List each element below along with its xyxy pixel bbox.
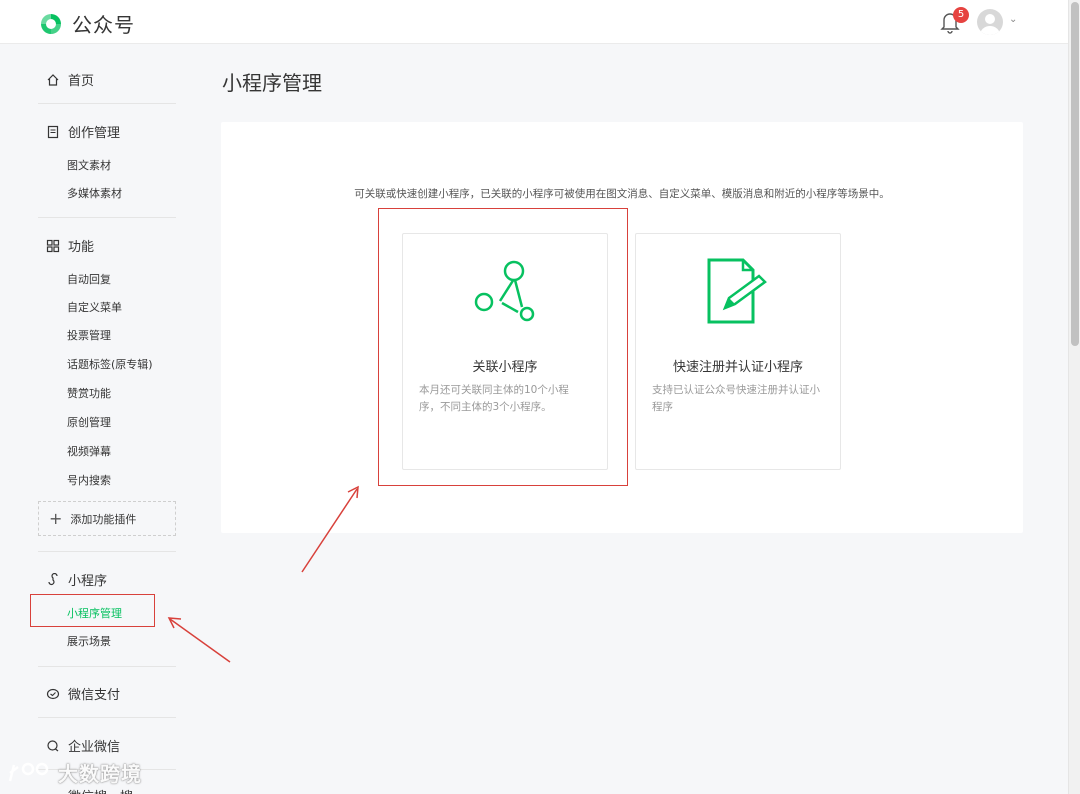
sidebar-item-label: 首页 (68, 74, 95, 89)
scrollbar-thumb[interactable] (1071, 2, 1079, 346)
sidebar-item-custom-menu[interactable]: 自定义菜单 (67, 299, 122, 315)
sidebar-item-label: 微信支付 (68, 688, 121, 703)
sidebar-item-label: 企业微信 (68, 740, 121, 755)
sidebar-item-display-scenes[interactable]: 展示场景 (67, 633, 111, 649)
avatar[interactable] (977, 9, 1003, 35)
top-bar: 公众号 5 ⌄ (0, 0, 1068, 44)
divider (38, 217, 176, 218)
user-icon (980, 14, 1000, 35)
sidebar-item-media[interactable]: 多媒体素材 (67, 185, 122, 201)
home-icon (47, 73, 59, 86)
page-title: 小程序管理 (222, 71, 322, 95)
sidebar-item-image-text[interactable]: 图文素材 (67, 157, 111, 173)
sidebar-item-search-partial[interactable]: 微信搜一搜 (46, 786, 133, 794)
divider (38, 103, 176, 104)
card-description: 支持已认证公众号快速注册并认证小程序 (652, 384, 820, 413)
register-miniprogram-card[interactable]: 快速注册并认证小程序 支持已认证公众号快速注册并认证小程序 (635, 233, 841, 470)
logo[interactable]: 公众号 (38, 9, 135, 38)
sidebar-item-wechat-pay[interactable]: 微信支付 (46, 684, 120, 703)
sidebar-section-miniprogram: 小程序 (46, 570, 107, 589)
highlight-box-sidebar (30, 594, 155, 627)
sidebar-item-topic-tags[interactable]: 话题标签(原专辑) (67, 356, 153, 372)
wechat-logo-icon (41, 13, 61, 34)
intro-text: 可关联或快速创建小程序，已关联的小程序可被使用在图文消息、自定义菜单、模版消息和… (354, 188, 890, 200)
sidebar-section-label: 创作管理 (68, 126, 121, 141)
chevron-down-icon[interactable]: ⌄ (1009, 14, 1017, 25)
scrollbar[interactable] (1068, 0, 1080, 794)
sidebar-item-auto-reply[interactable]: 自动回复 (67, 271, 111, 287)
card-title: 快速注册并认证小程序 (672, 360, 803, 375)
sidebar-item-original[interactable]: 原创管理 (67, 414, 111, 430)
document-icon (47, 125, 59, 138)
sidebar-section-creation: 创作管理 (46, 122, 120, 141)
sidebar-item-work-wechat[interactable]: 企业微信 (46, 736, 120, 755)
wechat-pay-icon (46, 688, 60, 699)
divider (38, 551, 176, 552)
document-pen-icon (707, 258, 767, 324)
arrow-to-sidebar (167, 617, 231, 663)
grid-icon (46, 239, 60, 252)
sidebar-item-video-danmaku[interactable]: 视频弹幕 (67, 443, 111, 459)
app-title: 公众号 (72, 13, 135, 37)
sidebar-item-label: 微信搜一搜 (68, 786, 133, 794)
sidebar-section-features: 功能 (46, 236, 94, 255)
add-plugin-label: 添加功能插件 (70, 512, 137, 526)
notification-badge: 5 (953, 7, 969, 23)
sidebar-item-votes[interactable]: 投票管理 (67, 327, 111, 343)
watermark-logo-icon (8, 762, 49, 781)
watermark-text: 大数跨境 (58, 762, 142, 786)
sidebar-item-home[interactable]: 首页 (46, 70, 94, 89)
search-icon (46, 789, 60, 794)
sidebar-section-label: 小程序 (68, 574, 108, 589)
plus-icon: + (49, 508, 63, 528)
work-wechat-icon (47, 739, 59, 751)
sidebar-item-search[interactable]: 号内搜索 (67, 472, 111, 488)
divider (38, 717, 176, 718)
miniprogram-icon (48, 572, 58, 585)
watermark: 大数跨境 (8, 758, 142, 787)
add-plugin-button[interactable]: + 添加功能插件 (38, 501, 176, 536)
sidebar-item-reward[interactable]: 赞赏功能 (67, 385, 111, 401)
divider (38, 666, 176, 667)
sidebar-section-label: 功能 (68, 240, 95, 255)
highlight-box-card (378, 208, 628, 486)
